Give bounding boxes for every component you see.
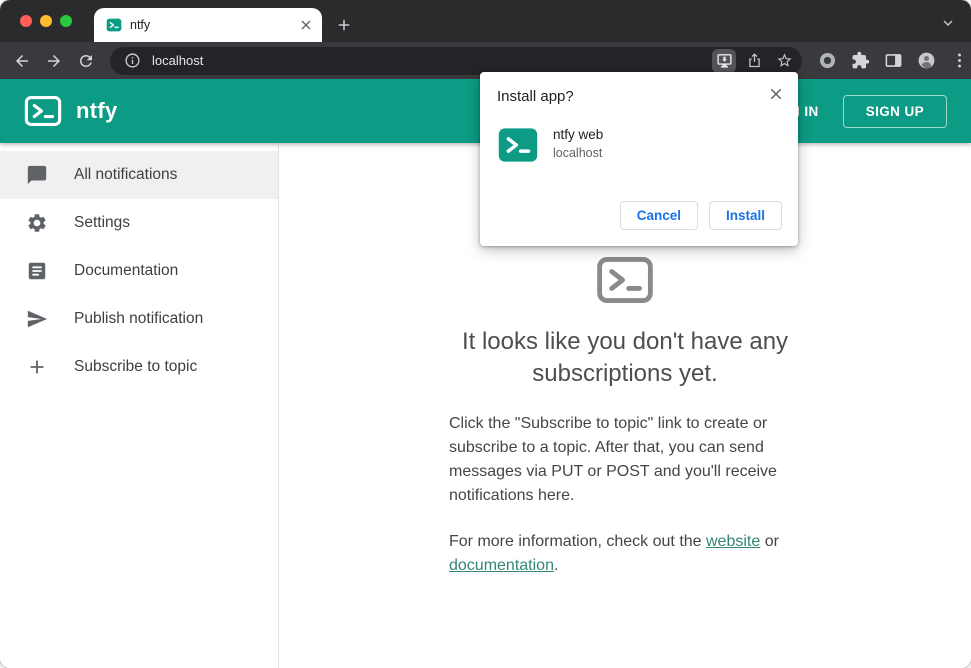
tab-strip: ntfy (0, 0, 971, 42)
forward-icon[interactable] (40, 47, 68, 75)
website-link[interactable]: website (706, 533, 760, 550)
send-icon (27, 310, 48, 328)
chat-bubble-icon (27, 165, 47, 185)
cancel-button[interactable]: Cancel (619, 201, 698, 230)
more-info-text: or (760, 533, 779, 550)
app-title: ntfy (76, 98, 118, 123)
bookmark-star-icon[interactable] (772, 49, 796, 73)
tab-close-icon[interactable] (298, 17, 314, 33)
address-bar[interactable]: localhost (110, 46, 802, 75)
close-window-button[interactable] (20, 15, 32, 27)
sidebar-item-publish-notification[interactable]: Publish notification (0, 295, 278, 343)
site-info-icon[interactable] (120, 49, 144, 73)
sidebar-item-subscribe-to-topic[interactable]: Subscribe to topic (0, 343, 278, 391)
close-icon[interactable] (767, 85, 785, 103)
more-info-text: For more information, check out the (449, 533, 706, 550)
sidebar-item-label: All notifications (74, 166, 178, 183)
sidebar-item-settings[interactable]: Settings (0, 199, 278, 247)
install-app-info: ntfy web localhost (497, 124, 782, 166)
empty-state-heading: It looks like you don't have any subscri… (461, 328, 789, 387)
traffic-lights (0, 0, 86, 42)
maximize-window-button[interactable] (60, 15, 72, 27)
share-icon[interactable] (742, 49, 766, 73)
ntfy-logo-icon (24, 92, 62, 130)
empty-state-more-info: For more information, check out the webs… (449, 530, 801, 578)
new-tab-button[interactable] (330, 11, 358, 39)
url-text: localhost (152, 53, 204, 68)
empty-state-body: Click the "Subscribe to topic" link to c… (449, 415, 777, 504)
install-app-icon[interactable] (712, 48, 736, 73)
plus-icon (30, 360, 44, 374)
profile-avatar-icon[interactable] (913, 48, 939, 74)
sidebar-item-label: Subscribe to topic (74, 358, 198, 375)
extensions-area (814, 48, 971, 74)
install-dialog-actions: Cancel Install (497, 201, 782, 230)
side-panel-icon[interactable] (880, 48, 906, 74)
tab-title: ntfy (130, 18, 151, 32)
documentation-link[interactable]: documentation (449, 557, 554, 574)
install-app-dialog: Install app? ntfy web localhost Cancel I… (480, 72, 798, 246)
browser-tab[interactable]: ntfy (94, 8, 322, 42)
sidebar-item-all-notifications[interactable]: All notifications (0, 151, 278, 199)
sidebar-item-documentation[interactable]: Documentation (0, 247, 278, 295)
sidebar-item-label: Documentation (74, 262, 179, 279)
install-button[interactable]: Install (708, 201, 782, 230)
article-icon (28, 262, 46, 280)
install-dialog-title: Install app? (497, 88, 574, 105)
browser-window: ntfy localhost ntfy IN SIGN UP All notif… (0, 0, 971, 668)
minimize-window-button[interactable] (40, 15, 52, 27)
install-app-origin: localhost (553, 146, 603, 160)
install-app-name: ntfy web (553, 127, 604, 142)
ntfy-app-icon (497, 124, 539, 166)
ntfy-favicon-icon (106, 17, 122, 33)
tab-search-chevron-icon[interactable] (935, 10, 961, 36)
extensions-puzzle-icon[interactable] (847, 48, 873, 74)
back-icon[interactable] (8, 47, 36, 75)
sidebar-item-label: Settings (74, 214, 131, 231)
sidebar-item-label: Publish notification (74, 310, 204, 327)
gear-icon (28, 214, 46, 232)
sign-up-button[interactable]: SIGN UP (842, 94, 947, 128)
ntfy-terminal-icon (597, 257, 653, 303)
sidebar: All notifications Settings Documentation… (0, 143, 279, 668)
more-info-text: . (553, 557, 559, 574)
reload-icon[interactable] (72, 47, 100, 75)
browser-menu-kebab-icon[interactable] (946, 48, 971, 74)
password-manager-extension-icon[interactable] (814, 48, 840, 74)
